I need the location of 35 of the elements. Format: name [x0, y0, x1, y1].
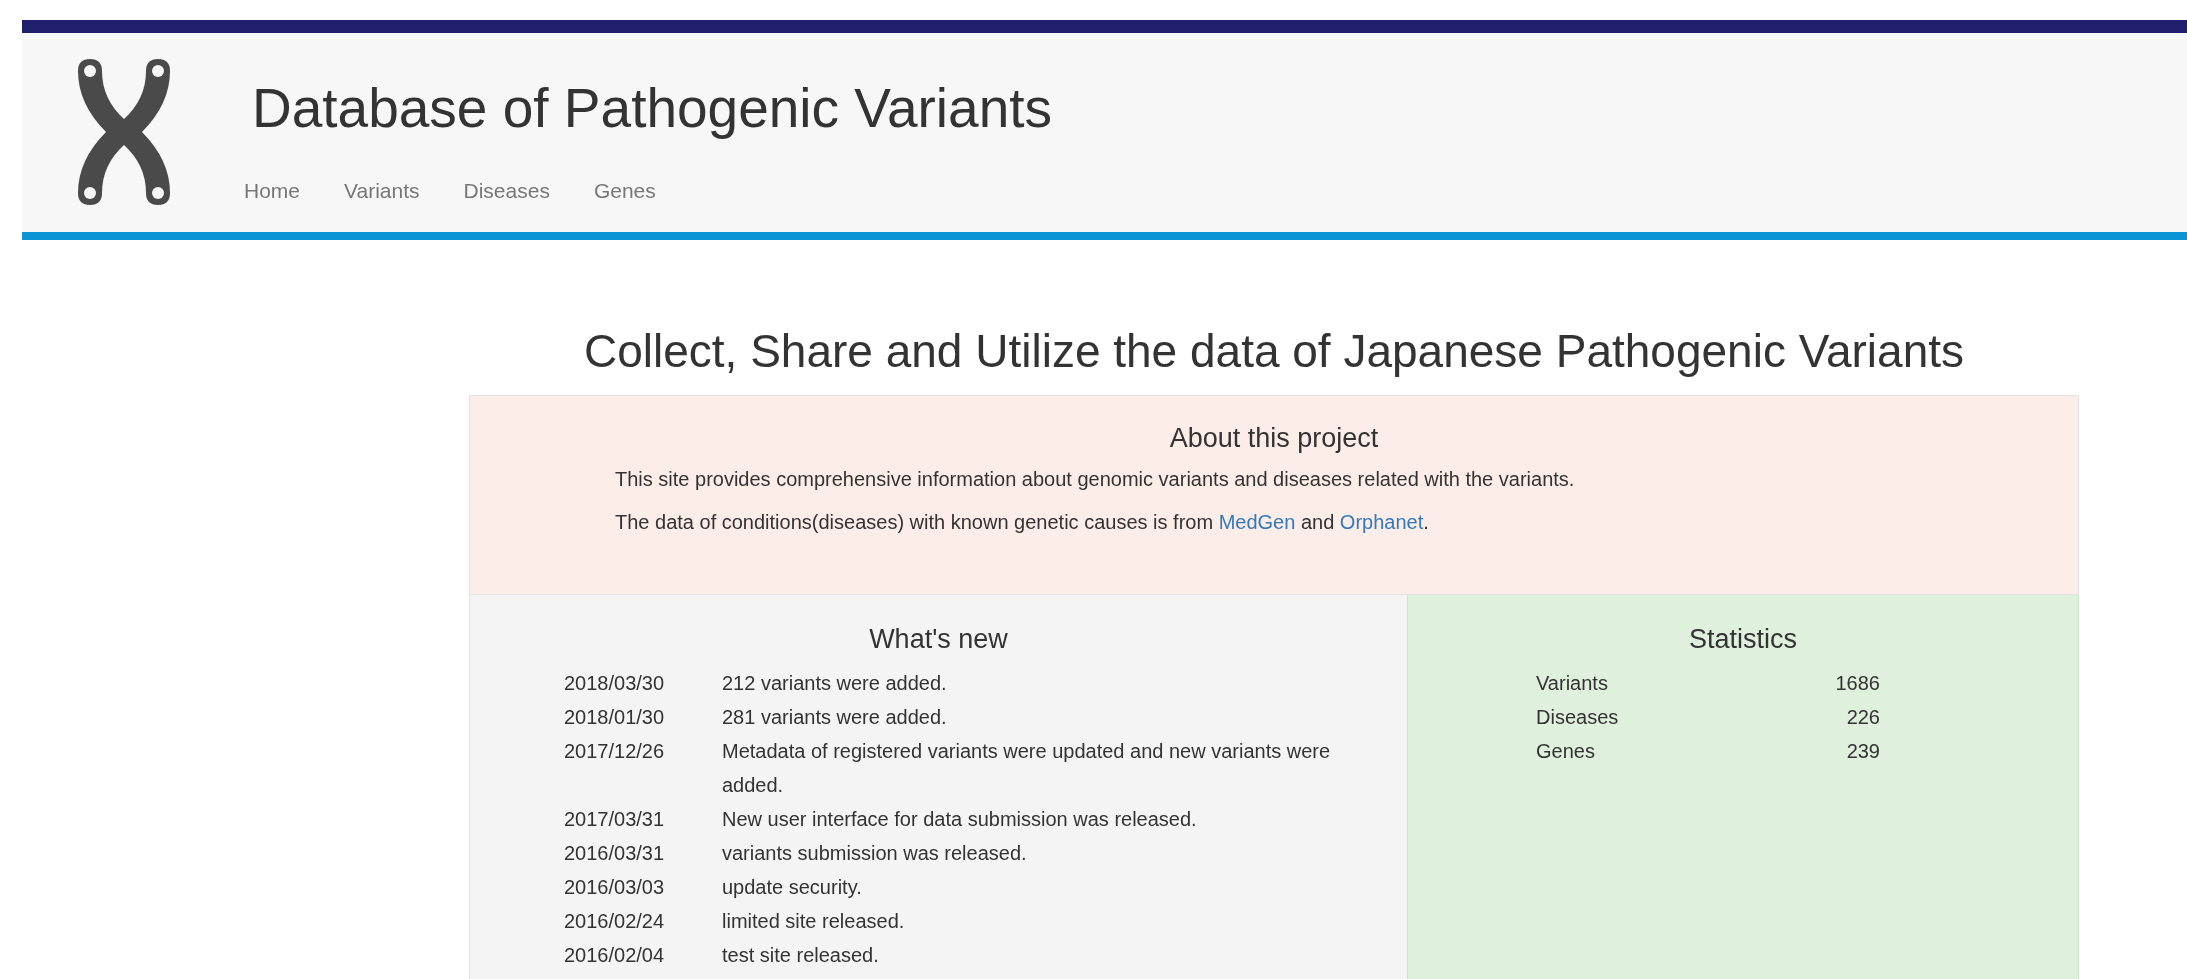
about-text: This site provides comprehensive information about genomic variants and diseases related with the variants.	[615, 466, 1575, 491]
news-text: Metadata of registered variants were updated and new variants were added.	[722, 738, 1332, 798]
news-date: 2016/03/31	[564, 840, 666, 866]
news-title: What's new	[868, 623, 1009, 656]
news-text: limited site released.	[722, 908, 906, 934]
news-text: 212 variants were added.	[722, 670, 948, 696]
nav-link[interactable]: Variants	[342, 175, 422, 207]
statistic-label: Variants	[1536, 670, 1608, 696]
about-title: About this project	[1169, 422, 1379, 455]
news-date: 2017/12/26	[564, 738, 666, 764]
news-date: 2018/01/30	[564, 704, 666, 730]
news-date: 2016/02/04	[564, 942, 666, 968]
news-date: 2018/03/30	[564, 670, 666, 696]
statistic-label: Diseases	[1536, 704, 1619, 730]
about-text: The data of conditions(diseases) with known genetic causes is from MedGen and Orphanet.	[615, 509, 1430, 534]
site-title: Database of Pathogenic Variants	[252, 76, 1053, 141]
source-link[interactable]: MedGen	[1218, 510, 1296, 533]
news-date: 2017/03/31	[564, 806, 666, 832]
news-date: 2016/03/03	[564, 874, 666, 900]
statistic-value: 226	[1846, 704, 1880, 730]
news-text: test site released.	[722, 942, 880, 968]
statistic-label: Genes	[1536, 738, 1595, 764]
nav-link[interactable]: Home	[242, 175, 303, 207]
news-date: 2016/02/24	[564, 908, 666, 934]
statistic-value: 239	[1846, 738, 1880, 764]
page-headline: Collect, Share and Utilize the data of Japanese Pathogenic Variants	[583, 324, 1965, 379]
nav-link[interactable]: Diseases	[461, 175, 552, 207]
news-text: variants submission was released.	[722, 840, 1028, 866]
news-text: New user interface for data submission was released.	[722, 806, 1198, 832]
statistics-title: Statistics	[1688, 623, 1798, 656]
statistic-value: 1686	[1835, 670, 1880, 696]
nav-link[interactable]: Genes	[591, 175, 658, 207]
news-text: update security.	[722, 874, 863, 900]
source-link[interactable]: Orphanet	[1339, 510, 1424, 533]
news-text: 281 variants were added.	[722, 704, 948, 730]
